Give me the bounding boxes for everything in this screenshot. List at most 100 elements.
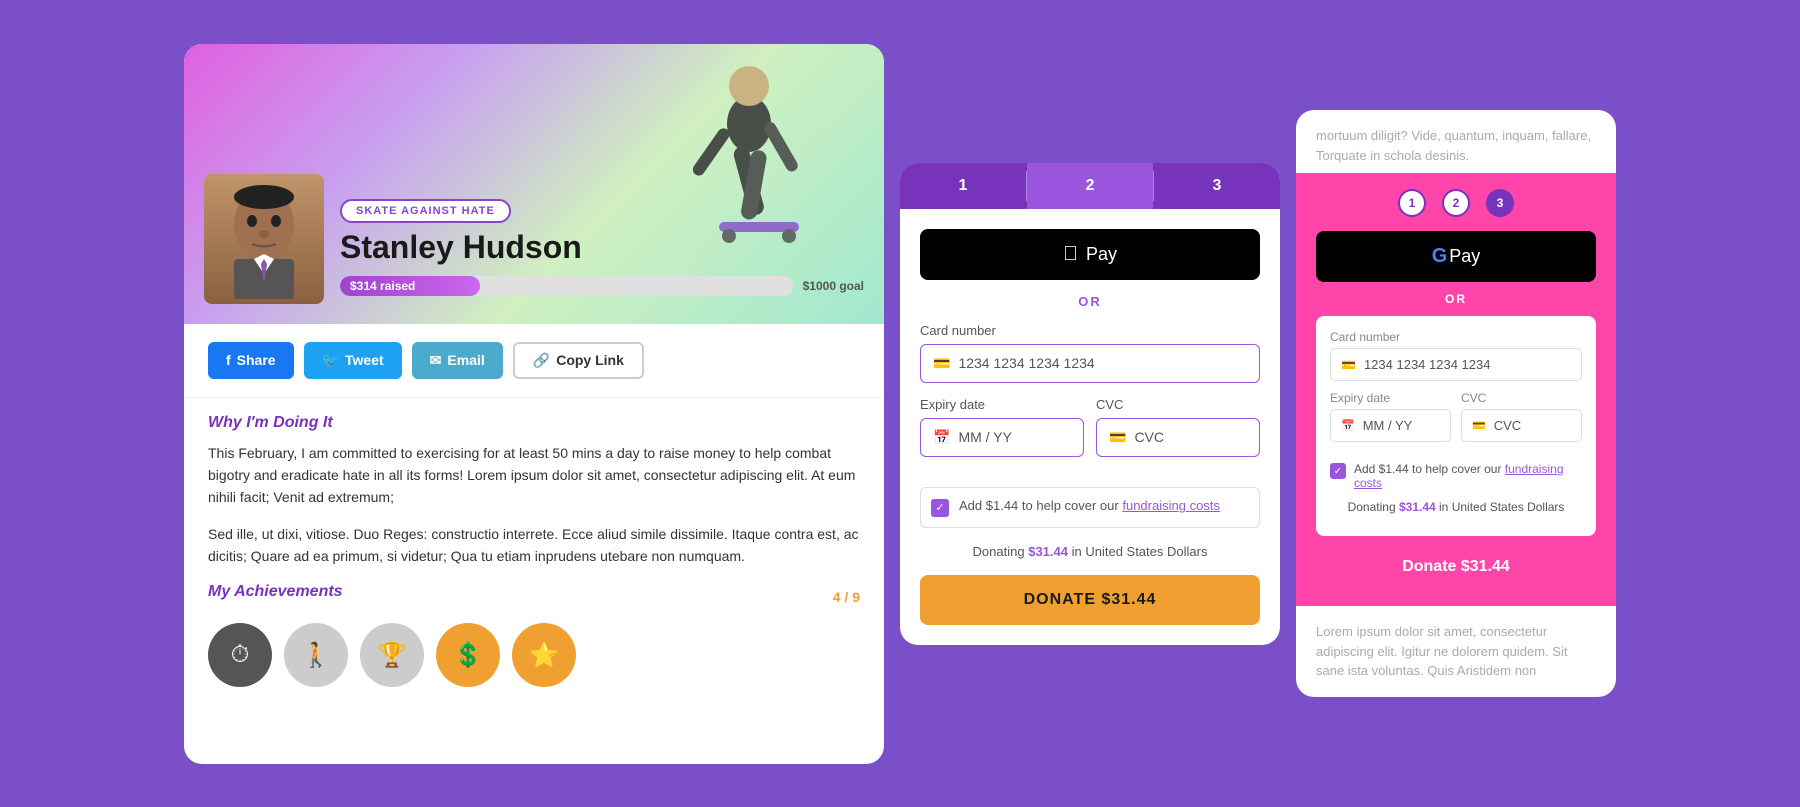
skater-figure-icon	[664, 44, 844, 324]
fundraising-costs-link[interactable]: fundraising costs	[1122, 498, 1220, 513]
right-or-divider: OR	[1316, 292, 1596, 306]
donating-text: Donating	[973, 544, 1025, 559]
right-donating-currency: in United States Dollars	[1439, 500, 1564, 514]
apple-pay-label: Pay	[1086, 244, 1117, 265]
payment-card-middle: 1 2 3  Pay OR Card number 💳 1234 1234 1…	[900, 163, 1280, 645]
donating-info: Donating $31.44 in United States Dollars	[920, 544, 1260, 559]
achievement-icon-timer: ⏱	[208, 623, 272, 687]
right-expiry-input[interactable]: 📅 MM / YY	[1330, 409, 1451, 442]
share-facebook-button[interactable]: f Share	[208, 342, 294, 379]
credit-card-icon: 💳	[933, 355, 950, 372]
google-pay-button[interactable]: G Pay	[1316, 231, 1596, 282]
avatar-person-icon	[214, 179, 314, 299]
card-number-input[interactable]: 💳 1234 1234 1234 1234	[920, 344, 1260, 383]
achievements-count: 4 / 9	[833, 589, 860, 605]
apple-icon: 	[1063, 243, 1078, 266]
right-card-icon: 💳	[1341, 358, 1356, 372]
right-cvc-label: CVC	[1461, 391, 1582, 405]
cvc-input[interactable]: 💳 CVC	[1096, 418, 1260, 457]
card-number-label: Card number	[920, 323, 1260, 338]
right-top-text: mortuum diligit? Vide, quantum, inquam, …	[1296, 110, 1616, 173]
copy-link-button[interactable]: 🔗 Copy Link	[513, 342, 644, 379]
payment-body:  Pay OR Card number 💳 1234 1234 1234 12…	[900, 209, 1280, 645]
payment-card-right: mortuum diligit? Vide, quantum, inquam, …	[1296, 110, 1616, 697]
right-expiry-wrap: Expiry date 📅 MM / YY	[1330, 391, 1451, 452]
content-area: Why I'm Doing It This February, I am com…	[184, 398, 884, 704]
facebook-icon: f	[226, 352, 231, 368]
fundraising-cost-checkbox-row: ✓ Add $1.44 to help cover our fundraisin…	[920, 487, 1260, 528]
calendar-icon: 📅	[933, 429, 950, 446]
achievement-icon-trophy: 🏆	[360, 623, 424, 687]
right-checkbox-text: Add $1.44 to help cover our fundraising …	[1354, 462, 1582, 490]
link-icon: 🔗	[533, 352, 550, 369]
donating-currency: in United States Dollars	[1072, 544, 1208, 559]
fundraising-checkbox[interactable]: ✓	[931, 499, 949, 517]
why-text-paragraph-1: This February, I am committed to exercis…	[208, 442, 860, 509]
step-3[interactable]: 3	[1154, 163, 1280, 209]
card-number-value: 1234 1234 1234 1234	[958, 355, 1094, 371]
right-step-3[interactable]: 3	[1486, 189, 1514, 217]
cvc-field-group: CVC 💳 CVC	[1096, 397, 1260, 457]
right-checkbox-row: ✓ Add $1.44 to help cover our fundraisin…	[1330, 462, 1582, 490]
expiry-input[interactable]: 📅 MM / YY	[920, 418, 1084, 457]
right-donating-info: Donating $31.44 in United States Dollars	[1330, 500, 1582, 514]
left-campaign-card: Skate Against Hate Stanley Hudson $314 r…	[184, 44, 884, 764]
campaign-badge: Skate Against Hate	[340, 199, 511, 223]
right-fundraising-checkbox[interactable]: ✓	[1330, 463, 1346, 479]
achievement-icon-dollar: 💲	[436, 623, 500, 687]
right-card-number-label: Card number	[1330, 330, 1582, 344]
fundraising-checkbox-text: Add $1.44 to help cover our fundraising …	[959, 498, 1220, 513]
step-indicators: 1 2 3	[1316, 189, 1596, 217]
right-top-paragraph: mortuum diligit? Vide, quantum, inquam, …	[1316, 128, 1591, 163]
expiry-cvc-row: Expiry date 📅 MM / YY CVC 💳 CVC	[920, 397, 1260, 471]
expiry-field-group: Expiry date 📅 MM / YY	[920, 397, 1084, 457]
right-calendar-icon: 📅	[1341, 419, 1355, 432]
copy-link-label: Copy Link	[556, 352, 624, 368]
share-row: f Share 🐦 Tweet ✉ Email 🔗 Copy Link	[184, 324, 884, 398]
right-card-number-value: 1234 1234 1234 1234	[1364, 357, 1491, 372]
right-expiry-placeholder: MM / YY	[1363, 418, 1413, 433]
right-expiry-cvc-row: Expiry date 📅 MM / YY CVC 💳 CVC	[1330, 391, 1582, 452]
right-donating-text: Donating	[1348, 500, 1396, 514]
right-step-2[interactable]: 2	[1442, 189, 1470, 217]
expiry-label: Expiry date	[920, 397, 1084, 412]
cvc-placeholder: CVC	[1134, 429, 1164, 445]
donating-amount: $31.44	[1028, 544, 1068, 559]
cvc-label: CVC	[1096, 397, 1260, 412]
share-twitter-label: Tweet	[345, 352, 384, 368]
why-text-paragraph-2: Sed ille, ut dixi, vitiose. Duo Reges: c…	[208, 523, 860, 568]
achievement-icon-star: ⭐	[512, 623, 576, 687]
twitter-icon: 🐦	[322, 352, 339, 369]
share-twitter-button[interactable]: 🐦 Tweet	[304, 342, 402, 379]
step-2[interactable]: 2	[1027, 163, 1153, 209]
right-expiry-label: Expiry date	[1330, 391, 1451, 405]
raised-label: $314 raised	[350, 279, 415, 293]
hero-banner: Skate Against Hate Stanley Hudson $314 r…	[184, 44, 884, 324]
right-card-number-input[interactable]: 💳 1234 1234 1234 1234	[1330, 348, 1582, 381]
right-payment-section: 1 2 3 G Pay OR Card number 💳 1234 1234 1…	[1296, 173, 1616, 606]
achievements-title: My Achievements	[208, 583, 343, 601]
card-number-field-group: Card number 💳 1234 1234 1234 1234	[920, 323, 1260, 383]
right-step-1[interactable]: 1	[1398, 189, 1426, 217]
achievements-header: My Achievements 4 / 9	[208, 583, 860, 611]
share-facebook-label: Share	[237, 352, 276, 368]
right-cvc-placeholder: CVC	[1494, 418, 1521, 433]
donate-button[interactable]: DONATE $31.44	[920, 575, 1260, 625]
payment-steps: 1 2 3	[900, 163, 1280, 209]
achievement-icon-person: 🚶	[284, 623, 348, 687]
step-1[interactable]: 1	[900, 163, 1026, 209]
checkbox-text-part1: Add $1.44 to help cover our	[959, 498, 1119, 513]
apple-pay-button[interactable]:  Pay	[920, 229, 1260, 280]
share-email-button[interactable]: ✉ Email	[412, 342, 503, 379]
email-icon: ✉	[430, 352, 442, 369]
share-email-label: Email	[447, 352, 484, 368]
right-donating-amount: $31.44	[1399, 500, 1436, 514]
avatar	[204, 174, 324, 304]
right-donate-button[interactable]: Donate $31.44	[1316, 544, 1596, 590]
right-cvc-input[interactable]: 💳 CVC	[1461, 409, 1582, 442]
cvc-icon: 💳	[1109, 429, 1126, 446]
right-card-fields: Card number 💳 1234 1234 1234 1234 Expiry…	[1316, 316, 1596, 536]
right-cvc-icon: 💳	[1472, 419, 1486, 432]
why-doing-it-title: Why I'm Doing It	[208, 414, 860, 432]
right-cvc-wrap: CVC 💳 CVC	[1461, 391, 1582, 452]
